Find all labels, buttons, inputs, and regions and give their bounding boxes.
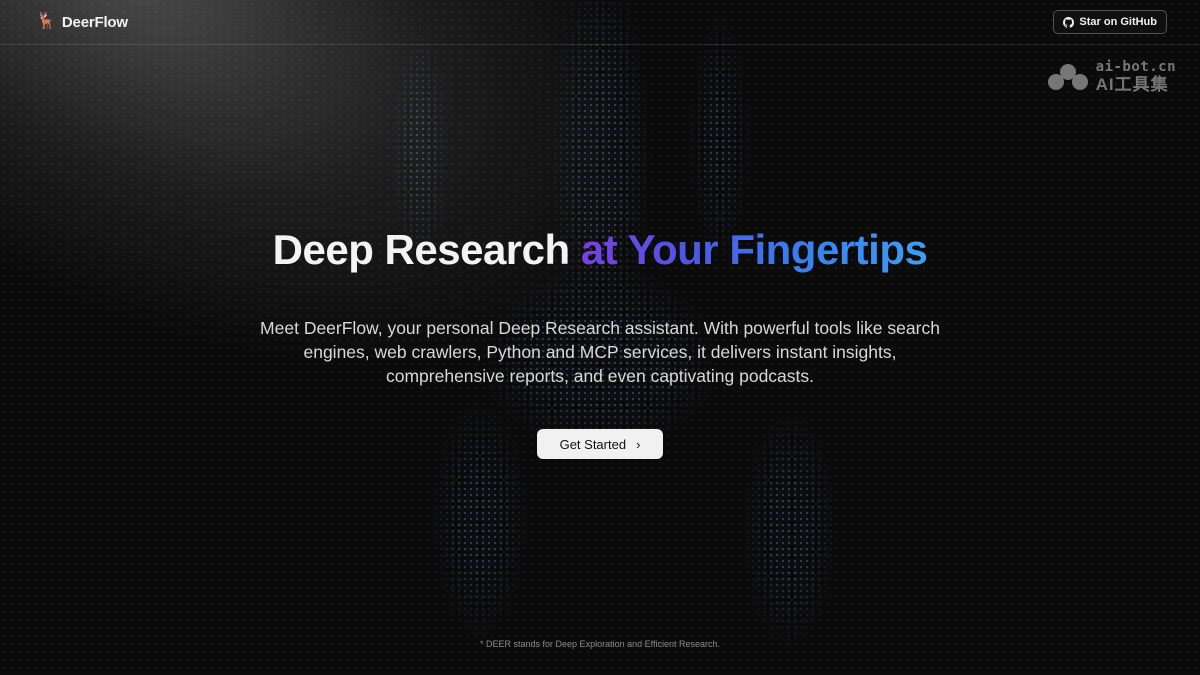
deer-emoji-icon: 🦌	[36, 13, 56, 30]
brand-name: DeerFlow	[61, 13, 128, 31]
hero-title-gradient: at Your Fingertips	[580, 226, 928, 273]
get-started-button[interactable]: Get Started ›	[537, 429, 663, 459]
hero-title: Deep Research at Your Fingertips	[0, 226, 1200, 274]
watermark-domain: ai-bot.cn	[1095, 59, 1176, 75]
brand-logo-link[interactable]: 🦌 DeerFlow	[36, 14, 128, 31]
hero-title-plain: Deep Research	[272, 226, 571, 273]
watermark-logo-icon	[1047, 63, 1088, 90]
github-button-label: Star on GitHub	[1079, 16, 1157, 28]
chevron-right-icon: ›	[636, 436, 641, 452]
star-on-github-button[interactable]: Star on GitHub	[1053, 10, 1167, 34]
watermark: ai-bot.cn AI工具集	[1046, 60, 1176, 93]
hero-description: Meet DeerFlow, your personal Deep Resear…	[260, 318, 940, 386]
get-started-label: Get Started	[559, 436, 627, 452]
watermark-title: AI工具集	[1095, 75, 1169, 94]
github-icon	[1063, 16, 1075, 28]
landing-page: 🦌 DeerFlow Star on GitHub ai-bot.cn AI工具…	[0, 0, 1200, 675]
top-navbar: 🦌 DeerFlow Star on GitHub	[0, 0, 1200, 45]
deer-acronym-footnote: * DEER stands for Deep Exploration and E…	[480, 639, 720, 649]
